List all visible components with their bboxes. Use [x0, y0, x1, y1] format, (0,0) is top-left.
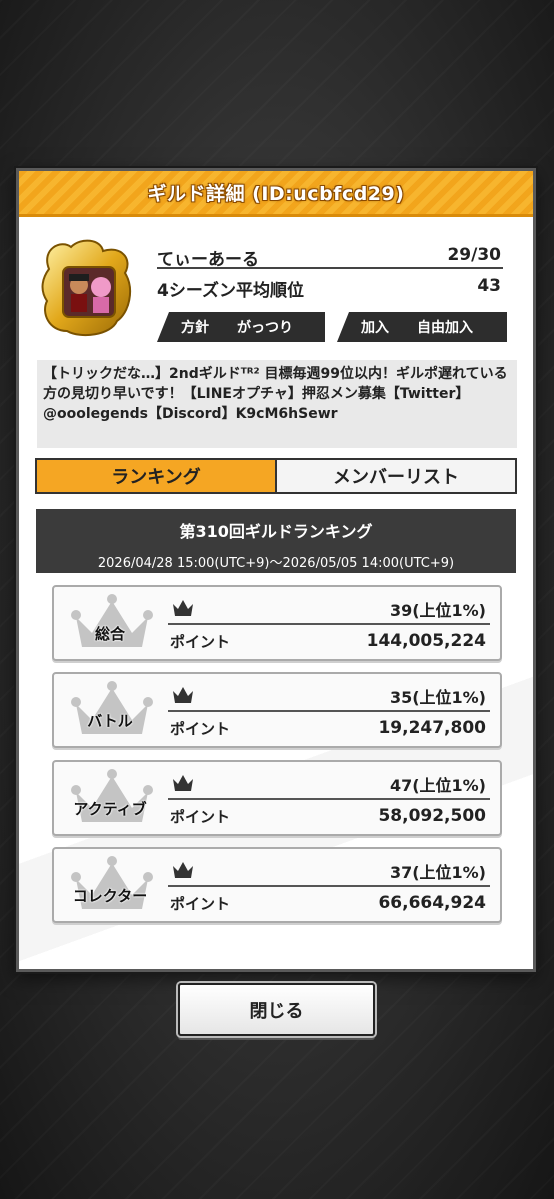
- ranking-period: 2026/04/28 15:00(UTC+9)〜2026/05/05 14:00…: [97, 556, 455, 571]
- ranking-header: 第310回ギルドランキング 2026/04/28 15:00(UTC+9)〜20…: [36, 509, 516, 573]
- divider: [168, 798, 490, 800]
- ranking-title: 第310回ギルドランキング: [179, 522, 373, 541]
- guild-emblem-icon: [41, 239, 132, 337]
- divider: [157, 267, 503, 269]
- divider: [168, 710, 490, 712]
- category-label: 総合: [94, 625, 125, 643]
- divider: [168, 885, 490, 887]
- divider: [168, 623, 490, 625]
- tab-ranking[interactable]: ランキング: [35, 458, 275, 494]
- rank-value: 47(上位1%): [389, 776, 486, 795]
- join-value: 自由加入: [417, 320, 473, 336]
- policy-tag: 方針 がっつり: [157, 312, 325, 342]
- category-label: アクティブ: [73, 800, 147, 818]
- ranking-card-active: アクティブ 47(上位1%) ポイント 58,092,500: [52, 760, 502, 836]
- points-label: ポイント: [170, 895, 231, 913]
- ranking-card-overall: 総合 39(上位1%) ポイント 144,005,224: [52, 585, 502, 661]
- rank-value: 35(上位1%): [389, 688, 486, 707]
- rank-value: 39(上位1%): [389, 601, 486, 620]
- points-value: 144,005,224: [366, 631, 486, 651]
- category-label: バトル: [87, 712, 133, 730]
- points-value: 66,664,924: [378, 893, 486, 913]
- points-value: 58,092,500: [378, 806, 486, 826]
- category-label: コレクター: [72, 887, 148, 905]
- crown-icon: [173, 775, 193, 791]
- ranking-card-collector: コレクター 37(上位1%) ポイント 66,664,924: [52, 847, 502, 923]
- avg-rank-label: 4シーズン平均順位: [157, 281, 304, 301]
- guild-detail-dialog: ギルド詳細 (ID:ucbfcd29) てぃーあーる 29/30 4シーズン平均…: [16, 168, 536, 972]
- avg-rank-value: 43: [477, 276, 501, 296]
- tab-member-list[interactable]: メンバーリスト: [275, 458, 517, 494]
- policy-label: 方針: [181, 320, 209, 336]
- points-label: ポイント: [170, 808, 231, 826]
- points-label: ポイント: [170, 633, 231, 651]
- dialog-title: ギルド詳細 (ID:ucbfcd29): [147, 183, 405, 205]
- rank-value: 37(上位1%): [389, 863, 486, 882]
- crown-icon: [173, 687, 193, 703]
- join-tag: 加入 自由加入: [337, 312, 507, 342]
- crown-icon: [173, 862, 193, 878]
- points-label: ポイント: [170, 720, 231, 738]
- guild-description: 【トリックだな…】2ndギルドᵀᴿ² 目標毎週99位以内！ギルポ遅れている方の見…: [37, 360, 517, 448]
- member-count: 29/30: [447, 245, 501, 265]
- policy-value: がっつり: [237, 320, 293, 336]
- dialog-title-bar: ギルド詳細 (ID:ucbfcd29): [19, 171, 533, 217]
- crown-icon: [173, 600, 193, 616]
- join-label: 加入: [361, 320, 389, 336]
- close-button[interactable]: 閉じる: [178, 983, 375, 1036]
- tab-bar: ランキング メンバーリスト: [35, 458, 517, 494]
- points-value: 19,247,800: [378, 718, 486, 738]
- ranking-card-battle: バトル 35(上位1%) ポイント 19,247,800: [52, 672, 502, 748]
